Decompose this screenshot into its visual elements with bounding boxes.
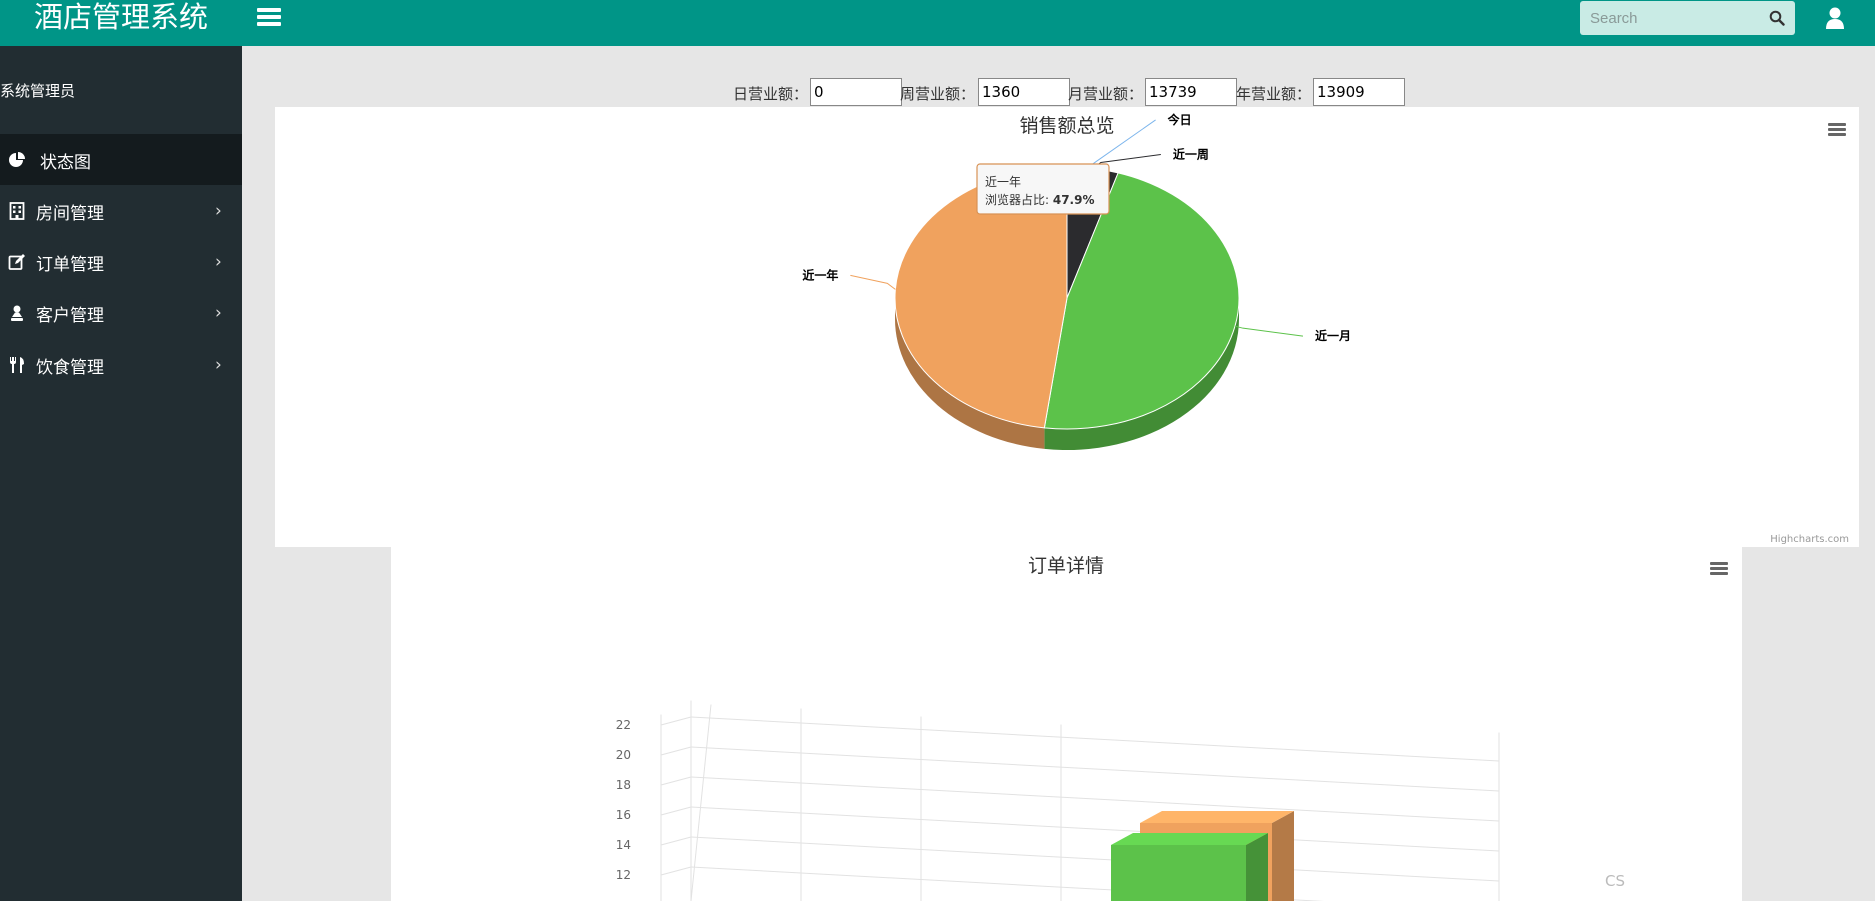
daily-revenue-field[interactable] xyxy=(810,78,902,106)
chevron-right-icon: › xyxy=(215,303,222,323)
y-tick-label: 20 xyxy=(616,748,631,762)
pie-label-connector xyxy=(850,274,896,290)
y-tick-label: 18 xyxy=(616,778,631,792)
chevron-right-icon: › xyxy=(215,355,222,375)
sidebar-item-rooms[interactable]: 房间管理 › xyxy=(0,185,242,236)
y-tick-label: 14 xyxy=(616,838,631,852)
app-title[interactable]: 酒店管理系统 xyxy=(0,0,242,46)
user-icon[interactable] xyxy=(1825,6,1845,30)
search-input[interactable] xyxy=(1580,1,1765,35)
yearly-revenue-field[interactable] xyxy=(1313,78,1405,106)
sidebar-item-status[interactable]: 状态图 xyxy=(0,134,242,185)
chart-credit[interactable]: Highcharts.com xyxy=(1770,534,1849,545)
chevron-right-icon: › xyxy=(215,201,222,221)
sidebar-item-food[interactable]: 饮食管理 › xyxy=(0,339,242,390)
y-tick-label: 12 xyxy=(616,868,631,882)
order-bar-chart: 订单详情 12 14 16 18 20 22 xyxy=(616,555,1500,901)
order-bar[interactable] xyxy=(1111,833,1268,901)
sidebar-item-label: 房间管理 xyxy=(36,204,104,224)
monthly-revenue-label: 月营业额： xyxy=(1068,85,1144,103)
order-details-card: 订单详情 12 14 16 18 20 22 xyxy=(391,547,1742,901)
pie-label: 近一周 xyxy=(1173,146,1209,161)
chart-back-wall xyxy=(660,716,1500,901)
pie-label: 近一年 xyxy=(802,267,838,282)
y-tick-label: 16 xyxy=(616,808,631,822)
building-icon xyxy=(9,202,25,220)
pie-tooltip: 近一年浏览器占比: 47.9% xyxy=(976,163,1110,215)
sidebar: 系统管理员 状态图 房间管理 › 订单管理 › 客户管理 › 饮食管理 › xyxy=(0,46,242,901)
sidebar-item-label: 客户管理 xyxy=(36,306,104,326)
sidebar-item-customers[interactable]: 客户管理 › xyxy=(0,287,242,338)
sidebar-item-label: 饮食管理 xyxy=(36,358,104,378)
pie-label-connector xyxy=(1234,325,1304,337)
chevron-right-icon: › xyxy=(215,252,222,272)
daily-revenue-label: 日营业额： xyxy=(733,85,809,103)
search-box xyxy=(1580,1,1795,35)
pie-chart-icon xyxy=(9,152,25,167)
user-icon xyxy=(11,305,23,321)
edit-icon xyxy=(8,254,25,270)
weekly-revenue-label: 周营业额： xyxy=(900,85,976,103)
pie-label: 今日 xyxy=(1167,112,1192,127)
grid-line xyxy=(690,704,712,901)
y-tick-label: 22 xyxy=(616,718,631,732)
monthly-revenue-field[interactable] xyxy=(1145,78,1237,106)
sidebar-item-label: 状态图 xyxy=(40,153,91,173)
search-icon[interactable] xyxy=(1769,10,1785,26)
cutlery-icon xyxy=(10,357,24,373)
sales-pie-chart: 销售额总览 今日近一周近一月近一年近一年浏览器占比: 47.9% xyxy=(802,112,1351,450)
yearly-revenue-label: 年营业额： xyxy=(1236,85,1312,103)
top-navbar: 酒店管理系统 xyxy=(0,0,1875,46)
tooltip-series: 近一年 xyxy=(985,175,1021,189)
pie-label: 近一月 xyxy=(1315,328,1351,343)
weekly-revenue-field[interactable] xyxy=(978,78,1070,106)
sidebar-item-orders[interactable]: 订单管理 › xyxy=(0,236,242,287)
watermark: CS xyxy=(1605,872,1625,890)
sales-overview-card: 销售额总览 今日 近一周 近一月 近一年 近一年 浏览器占比: 47.9% Highcha… xyxy=(275,107,1859,547)
menu-icon[interactable] xyxy=(257,8,281,28)
tooltip-value: 浏览器占比: 47.9% xyxy=(985,192,1095,207)
sidebar-item-label: 订单管理 xyxy=(36,255,104,275)
sidebar-user-name: 系统管理员 xyxy=(0,82,76,100)
chart-title: 销售额总览 xyxy=(1019,115,1114,137)
chart-title: 订单详情 xyxy=(1028,555,1104,577)
